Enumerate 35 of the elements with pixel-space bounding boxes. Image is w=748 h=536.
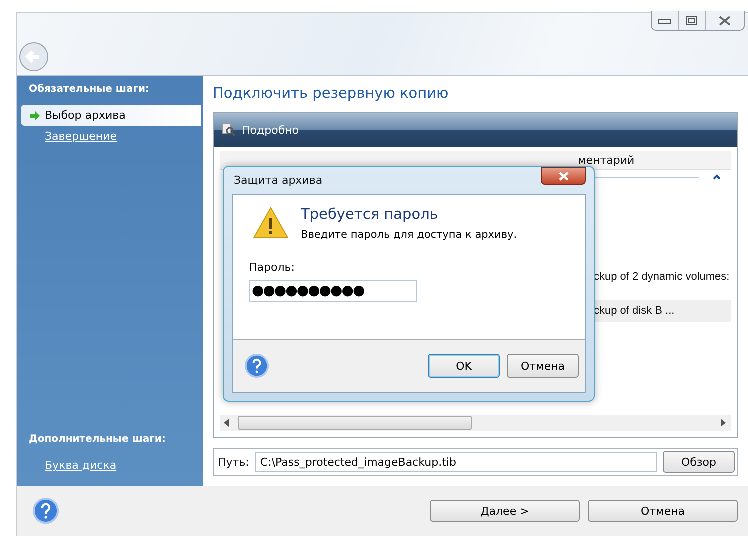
page-title: Подключить резервную копию xyxy=(213,86,450,102)
path-label: Путь: xyxy=(218,456,250,468)
minimize-icon xyxy=(658,16,672,24)
dialog-heading: Требуется пароль xyxy=(301,207,440,223)
cancel-button[interactable]: Отмена xyxy=(588,500,738,522)
close-button[interactable] xyxy=(541,167,586,185)
dialog-title: Защита архива xyxy=(234,174,323,187)
browse-button[interactable]: Обзор xyxy=(663,451,735,473)
maximize-icon xyxy=(686,16,698,26)
path-field[interactable]: C:\Pass_protected_imageBackup.tib xyxy=(255,452,657,472)
next-button[interactable]: Далее > xyxy=(430,500,580,522)
table-cell: ckup of disk B ... xyxy=(594,305,675,317)
close-icon xyxy=(558,172,570,180)
cancel-button[interactable]: Отмена xyxy=(507,354,579,378)
sidebar-item[interactable]: Выбор архива xyxy=(21,105,201,126)
dialog-message: Введите пароль для доступа к архиву. xyxy=(301,229,518,241)
scroll-left-icon[interactable] xyxy=(224,419,230,427)
ok-button[interactable]: OK xyxy=(428,354,500,378)
warning-icon xyxy=(253,207,289,239)
sidebar-item[interactable]: Завершение xyxy=(17,126,201,147)
table-cell: ckup of 2 dynamic volumes: xyxy=(594,271,730,283)
arrow-icon xyxy=(29,110,41,122)
panel-title: Подробно xyxy=(242,124,300,136)
help-icon[interactable] xyxy=(33,498,59,524)
password-label: Пароль: xyxy=(249,261,296,274)
help-icon[interactable] xyxy=(245,354,269,378)
horizontal-scrollbar[interactable] xyxy=(220,415,731,431)
close-icon xyxy=(718,16,732,26)
sidebar-heading: Дополнительные шаги: xyxy=(28,434,167,447)
password-field[interactable]: ●●●●●●●●●● xyxy=(249,280,417,302)
magnifier-icon xyxy=(222,123,236,137)
column-header: ментарий xyxy=(578,154,635,166)
sidebar-heading: Обязательные шаги: xyxy=(28,84,151,97)
collapse-icon[interactable] xyxy=(713,174,721,180)
scroll-right-icon[interactable] xyxy=(721,419,727,427)
